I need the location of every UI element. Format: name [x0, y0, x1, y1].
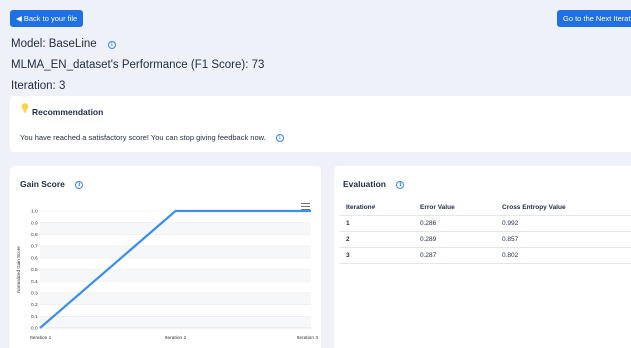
- grid-band: [40, 246, 311, 258]
- recommendation-info-icon[interactable]: i: [275, 134, 284, 142]
- evaluation-label: Evaluation: [343, 179, 386, 189]
- y-tick-label: 0.8: [31, 232, 38, 238]
- column-header-cross-entropy: Cross Entropy Value: [495, 200, 631, 216]
- y-tick-label: 0.0: [31, 326, 38, 332]
- evaluation-table: Iteration# Error Value Cross Entropy Val…: [339, 200, 631, 264]
- y-tick-label: 0.9: [31, 220, 38, 226]
- model-title: Model: BaseLine i: [11, 38, 116, 50]
- x-tick-label: Iteration 3: [297, 335, 319, 341]
- chart-grid: [40, 210, 311, 329]
- iteration-title: Iteration: 3: [11, 80, 66, 92]
- y-tick-label: 1.0: [31, 209, 38, 215]
- x-tick-label: Iteration 2: [165, 335, 187, 341]
- gain-score-card: Gain Score i 0.0 0.1 0.2 0.3 0.4 0.5 0.6 0.7 0.8…: [10, 166, 321, 348]
- table-row: 2 0.289 0.857: [339, 231, 631, 248]
- recommendation-card: Recommendation You have reached a satisf…: [10, 96, 631, 152]
- recommendation-title: Recommendation: [32, 107, 104, 117]
- cell-iteration: 2: [339, 231, 413, 248]
- recommendation-message: You have reached a satisfactory score! Y…: [20, 133, 284, 142]
- grid-band: [40, 316, 311, 328]
- cell-error: 0.286: [413, 215, 495, 232]
- cell-error: 0.289: [413, 231, 495, 248]
- evaluation-card: Evaluation i Iteration# Error Value Cros…: [334, 166, 631, 348]
- cell-cross-entropy: 0.857: [495, 231, 631, 248]
- y-tick-label: 0.3: [31, 291, 38, 297]
- back-to-file-button[interactable]: ◀︎ Back to your file: [10, 10, 83, 27]
- y-tick-label: 0.5: [31, 267, 38, 273]
- column-header-iteration: Iteration#: [339, 200, 413, 216]
- x-tick-label: Iteration 1: [30, 335, 52, 341]
- model-label: Model: BaseLine: [11, 38, 97, 50]
- y-tick-label: 0.4: [31, 279, 38, 285]
- recommendation-text: You have reached a satisfactory score! Y…: [20, 133, 266, 142]
- lightbulb-icon: [21, 103, 29, 113]
- grid-band: [40, 292, 311, 305]
- grid-band: [40, 222, 311, 235]
- gain-score-chart: 0.0 0.1 0.2 0.3 0.4 0.5 0.6 0.7 0.8 0.9 1.0 Iterat…: [16, 209, 318, 341]
- back-arrow-icon: ◀︎: [16, 14, 22, 23]
- cell-error: 0.287: [413, 247, 495, 264]
- evaluation-title: Evaluation i: [343, 179, 405, 189]
- chart-y-ticks: 0.0 0.1 0.2 0.3 0.4 0.5 0.6 0.7 0.8 0.9 1.0: [31, 209, 38, 332]
- cell-iteration: 1: [339, 215, 413, 232]
- cell-cross-entropy: 0.802: [495, 247, 631, 264]
- next-iteration-button[interactable]: Go to the Next Iteration: [557, 10, 631, 27]
- y-tick-label: 0.2: [31, 302, 38, 308]
- chart-x-ticks: Iteration 1 Iteration 2 Iteration 3: [30, 335, 318, 341]
- cell-cross-entropy: 0.992: [495, 215, 631, 232]
- model-info-icon[interactable]: i: [107, 41, 116, 49]
- table-row: 3 0.287 0.802: [339, 247, 631, 264]
- column-header-error: Error Value: [413, 200, 495, 216]
- next-button-label: Go to the Next Iteration: [563, 14, 631, 23]
- table-row: 1 0.286 0.992: [339, 215, 631, 232]
- performance-title: MLMA_EN_dataset's Performance (F1 Score)…: [11, 59, 265, 71]
- grid-band: [40, 269, 311, 282]
- back-button-label: Back to your file: [23, 14, 78, 23]
- y-tick-label: 0.7: [31, 244, 38, 250]
- chart-y-axis-label: Normalized Gain Score: [16, 246, 21, 293]
- y-tick-label: 0.6: [31, 255, 38, 261]
- cell-iteration: 3: [339, 247, 413, 264]
- evaluation-info-icon[interactable]: i: [396, 181, 405, 189]
- y-tick-label: 0.1: [31, 314, 38, 320]
- table-header-row: Iteration# Error Value Cross Entropy Val…: [339, 200, 631, 216]
